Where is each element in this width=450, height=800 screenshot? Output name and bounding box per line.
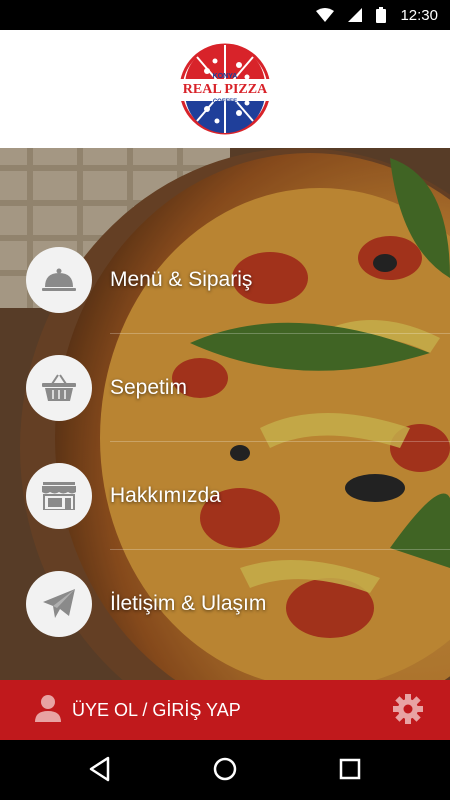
menu-item-cart[interactable]: Sepetim — [0, 334, 450, 442]
menu-item-label: İletişim & Ulaşım — [110, 592, 267, 615]
recents-icon[interactable] — [338, 756, 362, 782]
menu-item-icon-circle — [26, 463, 92, 529]
user-icon — [35, 695, 61, 722]
back-icon[interactable] — [88, 756, 112, 782]
menu-item-label: Hakkımızda — [110, 484, 221, 507]
logo-text-top: KONYA — [213, 73, 238, 80]
wifi-icon — [316, 8, 335, 22]
menu-item-label: Sepetim — [110, 376, 188, 399]
logo-text-bottom: COFFEE — [213, 99, 237, 105]
menu-item-icon-circle — [26, 571, 92, 637]
app-header: KONYA REAL PIZZA COFFEE — [0, 30, 450, 148]
menu-item-icon-circle — [26, 247, 92, 313]
home-icon[interactable] — [212, 756, 238, 782]
navigation-bar — [0, 740, 450, 800]
logo-text-main: REAL PIZZA — [183, 82, 268, 97]
real-pizza-logo: KONYA REAL PIZZA COFFEE — [179, 43, 271, 135]
login-bar[interactable]: ÜYE OL / GİRİŞ YAP — [0, 680, 450, 740]
storefront-icon — [42, 482, 76, 510]
menu-item-label: Menü & Sipariş — [110, 268, 253, 291]
login-register-button[interactable]: ÜYE OL / GİRİŞ YAP — [72, 700, 241, 721]
cloche-icon — [42, 268, 76, 291]
menu-item-icon-circle — [26, 355, 92, 421]
status-bar: 12:30 — [0, 0, 450, 30]
hero-background: Menü & Sipariş Sepetim Hakkımızda İletiş… — [0, 148, 450, 680]
status-time: 12:30 — [400, 6, 438, 24]
menu-item-menu-order[interactable]: Menü & Sipariş — [0, 226, 450, 334]
signal-icon — [348, 8, 363, 22]
menu-item-contact[interactable]: İletişim & Ulaşım — [0, 550, 450, 658]
gear-icon[interactable] — [393, 694, 423, 724]
basket-icon — [42, 374, 76, 401]
menu-item-about[interactable]: Hakkımızda — [0, 442, 450, 550]
paper-plane-icon — [43, 589, 75, 618]
battery-icon — [376, 7, 387, 23]
